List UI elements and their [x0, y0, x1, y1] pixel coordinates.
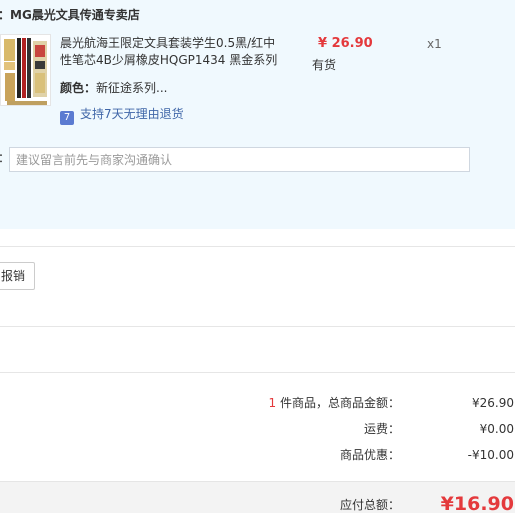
product-title[interactable]: 晨光航海王限定文具套装学生0.5黑/红中性笔芯4B少屑橡皮HQGP1434 黑金… — [60, 35, 280, 69]
return-policy-icon: 7 — [60, 111, 74, 125]
section-divider — [0, 326, 515, 327]
product-image — [1, 35, 50, 105]
shop-name-text: MG晨光文具传通专卖店 — [10, 8, 140, 22]
color-label: 颜色： — [60, 81, 97, 95]
product-price: ¥ 26.90 — [318, 36, 373, 51]
discount-label: 商品优惠： — [339, 448, 400, 462]
goods-total-value: ¥26.90 — [472, 396, 514, 410]
order-confirmation-page: ：MG晨光文具传通专卖店 晨光航海王限定文具套装学生0.5黑/红中性笔芯4B少屑… — [0, 0, 515, 513]
seller-message-input[interactable] — [9, 147, 470, 172]
shop-label-prefix: ： — [0, 8, 10, 22]
return-policy[interactable]: 7 支持7天无理由退货 — [60, 105, 184, 125]
section-divider — [0, 372, 515, 373]
goods-total-row: 1 件商品，总商品金额： ¥26.90 — [0, 394, 515, 412]
payable-label: 应付总额： — [339, 498, 400, 512]
product-quantity: x1 — [427, 37, 442, 51]
stock-status: 有货 — [312, 58, 337, 72]
invoice-button[interactable]: 报销 — [0, 262, 35, 290]
return-policy-text: 支持7天无理由退货 — [80, 107, 184, 121]
goods-total-label-text: 件商品，总商品金额： — [276, 396, 400, 410]
discount-value: -¥10.00 — [467, 448, 514, 462]
shipping-row: 运费： ¥0.00 — [0, 420, 515, 438]
shipping-value: ¥0.00 — [479, 422, 514, 436]
color-value: 新征途系列... — [96, 81, 168, 95]
goods-total-label: 1 件商品，总商品金额： — [269, 394, 400, 412]
order-block: ：MG晨光文具传通专卖店 晨光航海王限定文具套装学生0.5黑/红中性笔芯4B少屑… — [0, 0, 515, 229]
product-thumbnail[interactable] — [0, 34, 51, 106]
payable-value: ¥16.90 — [440, 493, 514, 513]
product-color: 颜色：新征途系列... — [60, 80, 167, 97]
shop-name[interactable]: ：MG晨光文具传通专卖店 — [0, 6, 140, 24]
section-divider — [0, 246, 515, 247]
shipping-label: 运费： — [363, 422, 400, 436]
payable-bar: 应付总额： ¥16.90 — [0, 481, 515, 513]
discount-row: 商品优惠： -¥10.00 — [0, 446, 515, 464]
